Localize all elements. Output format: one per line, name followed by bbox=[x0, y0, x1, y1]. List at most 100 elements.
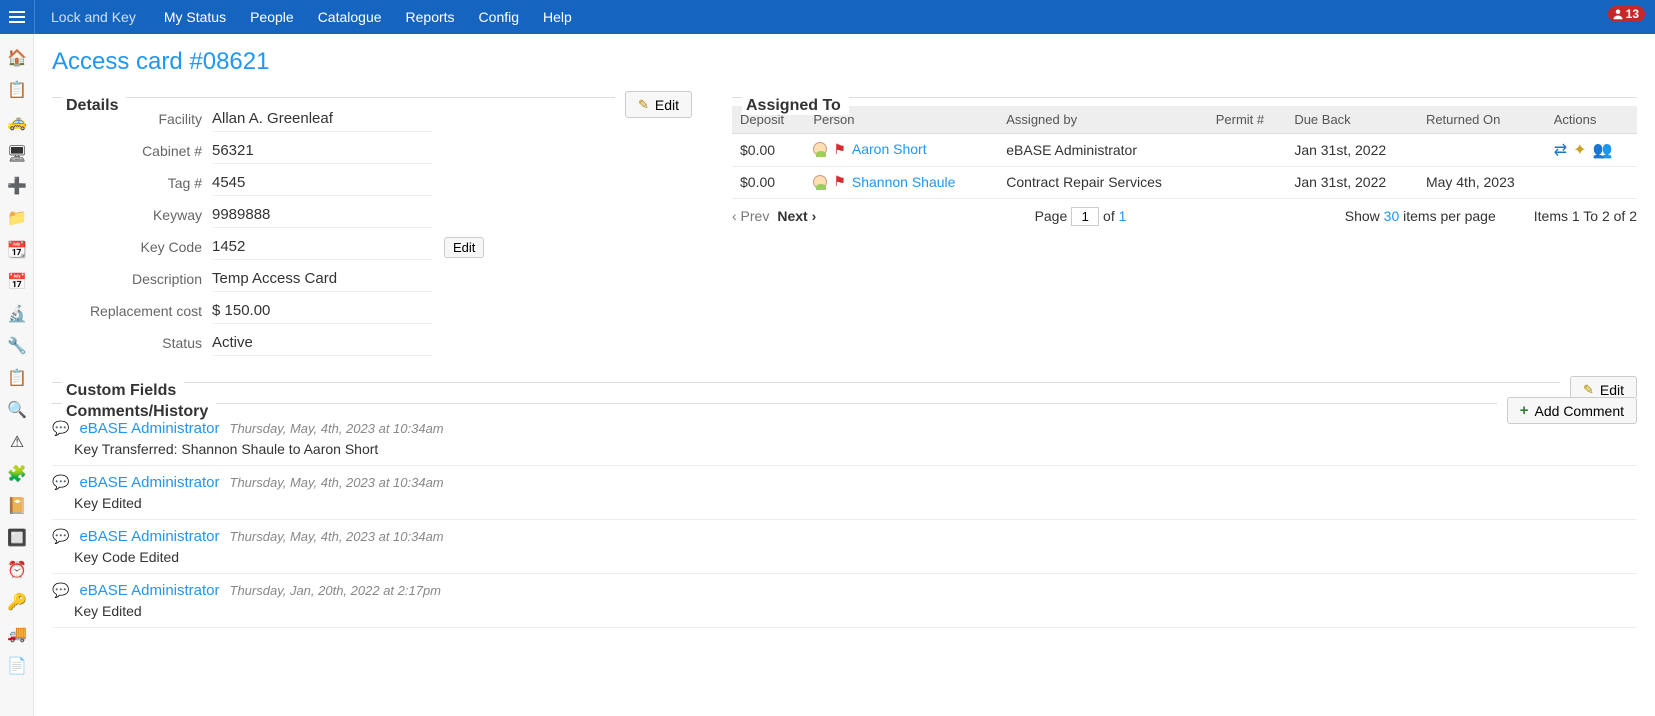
pager-range: Items 1 To 2 of 2 bbox=[1534, 208, 1637, 224]
col-assignedby[interactable]: Assigned by bbox=[998, 106, 1207, 134]
cell-dueback: Jan 31st, 2022 bbox=[1286, 134, 1418, 167]
sidebar-item-clock[interactable]: ⏰ bbox=[0, 554, 34, 586]
cell-permit bbox=[1208, 134, 1287, 167]
cell-assignedby: Contract Repair Services bbox=[998, 167, 1207, 199]
sidebar-item-puzzle[interactable]: 🧩 bbox=[0, 458, 34, 490]
pager-page-input[interactable] bbox=[1071, 207, 1099, 226]
value-description: Temp Access Card bbox=[212, 266, 432, 292]
col-dueback[interactable]: Due Back bbox=[1286, 106, 1418, 134]
pencil-icon bbox=[638, 96, 649, 113]
sidebar-item-warn[interactable]: ⚠ bbox=[0, 426, 34, 458]
brand-label: Lock and Key bbox=[35, 9, 152, 25]
value-facility: Allan A. Greenleaf bbox=[212, 106, 432, 132]
sidebar-item-truck[interactable]: 🚚 bbox=[0, 618, 34, 650]
label-replacement: Replacement cost bbox=[52, 303, 212, 319]
pager-total: 1 bbox=[1119, 208, 1127, 224]
sidebar-item-search[interactable]: 🔍 bbox=[0, 394, 34, 426]
pager-page-label: Page bbox=[1035, 208, 1068, 224]
sidebar-item-list[interactable]: 📋 bbox=[0, 362, 34, 394]
pager-prev[interactable]: ‹ Prev bbox=[732, 208, 769, 224]
person-link[interactable]: Shannon Shaule bbox=[852, 174, 956, 190]
comment-item: 💬 eBASE Administrator Thursday, May, 4th, … bbox=[52, 466, 1637, 520]
cell-assignedby: eBASE Administrator bbox=[998, 134, 1207, 167]
sidebar-item-screen[interactable]: 🖥 bbox=[0, 138, 34, 170]
col-permit[interactable]: Permit # bbox=[1208, 106, 1287, 134]
person-icon bbox=[813, 142, 827, 156]
comment-timestamp: Thursday, Jan, 20th, 2022 at 2:17pm bbox=[230, 583, 442, 598]
nav-my-status[interactable]: My Status bbox=[152, 0, 238, 34]
nav-people[interactable]: People bbox=[238, 0, 306, 34]
sidebar-item-doc[interactable]: 📄 bbox=[0, 650, 34, 682]
label-cabinet: Cabinet # bbox=[52, 143, 212, 159]
value-keyway: 9989888 bbox=[212, 202, 432, 228]
sidebar-item-cal2[interactable]: 📅 bbox=[0, 266, 34, 298]
sidebar-item-wrench[interactable]: 🔧 bbox=[0, 330, 34, 362]
comment-timestamp: Thursday, May, 4th, 2023 at 10:34am bbox=[230, 475, 444, 490]
sidebar-item-key[interactable]: 🔑 bbox=[0, 586, 34, 618]
label-keycode: Key Code bbox=[52, 239, 212, 255]
page-title: Access card #08621 bbox=[52, 48, 1637, 76]
return-icon[interactable]: ✦ bbox=[1573, 140, 1586, 160]
cell-permit bbox=[1208, 167, 1287, 199]
hamburger-menu-icon[interactable] bbox=[0, 0, 34, 34]
comment-author[interactable]: eBASE Administrator bbox=[79, 474, 219, 491]
sidebar-item-cal1[interactable]: 📆 bbox=[0, 234, 34, 266]
comment-body: Key Transferred: Shannon Shaule to Aaron… bbox=[74, 441, 1637, 457]
pager-perpage[interactable]: 30 bbox=[1384, 208, 1400, 224]
table-row: $0.00 ⚑ Aaron Short eBASE Administrator J… bbox=[732, 134, 1637, 167]
comment-author[interactable]: eBASE Administrator bbox=[79, 528, 219, 545]
nav-config[interactable]: Config bbox=[467, 0, 531, 34]
comment-author[interactable]: eBASE Administrator bbox=[79, 582, 219, 599]
nav-reports[interactable]: Reports bbox=[394, 0, 467, 34]
details-edit-button[interactable]: Edit bbox=[625, 91, 692, 118]
sidebar-item-add[interactable]: ➕ bbox=[0, 170, 34, 202]
sidebar-item-book[interactable]: 📔 bbox=[0, 490, 34, 522]
comment-timestamp: Thursday, May, 4th, 2023 at 10:34am bbox=[230, 421, 444, 436]
cell-deposit: $0.00 bbox=[732, 134, 805, 167]
flag-icon: ⚑ bbox=[833, 173, 846, 190]
col-returned[interactable]: Returned On bbox=[1418, 106, 1546, 134]
comment-icon: 💬 bbox=[52, 474, 69, 491]
person-icon bbox=[813, 175, 827, 189]
transfer-icon[interactable]: ⇄ bbox=[1554, 140, 1567, 160]
sidebar-item-scope[interactable]: 🔬 bbox=[0, 298, 34, 330]
sidebar-item-folder[interactable]: 📁 bbox=[0, 202, 34, 234]
comment-timestamp: Thursday, May, 4th, 2023 at 10:34am bbox=[230, 529, 444, 544]
reassign-icon[interactable]: 👥 bbox=[1593, 140, 1613, 160]
top-nav: My Status People Catalogue Reports Confi… bbox=[152, 0, 584, 34]
keycode-edit-button[interactable]: Edit bbox=[444, 237, 484, 258]
flag-icon: ⚑ bbox=[833, 141, 846, 158]
cell-returned bbox=[1418, 134, 1546, 167]
comment-icon: 💬 bbox=[52, 582, 69, 599]
sidebar-item-home[interactable]: 🏠 bbox=[0, 42, 34, 74]
comment-item: 💬 eBASE Administrator Thursday, May, 4th, … bbox=[52, 520, 1637, 574]
nav-help[interactable]: Help bbox=[531, 0, 584, 34]
pencil-icon bbox=[1583, 381, 1594, 398]
pager-show-suffix: items per page bbox=[1403, 208, 1496, 224]
value-keycode: 1452 bbox=[212, 234, 432, 260]
comment-item: 💬 eBASE Administrator Thursday, Jan, 20th,… bbox=[52, 574, 1637, 628]
value-cabinet: 56321 bbox=[212, 138, 432, 164]
comment-author[interactable]: eBASE Administrator bbox=[79, 420, 219, 437]
assigned-section-title: Assigned To bbox=[742, 97, 849, 115]
col-actions[interactable]: Actions bbox=[1546, 106, 1637, 134]
person-link[interactable]: Aaron Short bbox=[852, 141, 927, 157]
pager-of: of bbox=[1103, 208, 1115, 224]
add-comment-button[interactable]: Add Comment bbox=[1507, 397, 1637, 424]
person-icon bbox=[1612, 8, 1624, 20]
assigned-table: Deposit Person Assigned by Permit # Due … bbox=[732, 106, 1637, 199]
label-status: Status bbox=[52, 335, 212, 351]
pager-next[interactable]: Next › bbox=[777, 208, 816, 224]
sidebar: 🏠 📋 🚕 🖥 ➕ 📁 📆 📅 🔬 🔧 📋 🔍 ⚠ 🧩 📔 🔲 ⏰ 🔑 🚚 📄 bbox=[0, 34, 34, 716]
comment-body: Key Edited bbox=[74, 603, 1637, 619]
value-tag: 4545 bbox=[212, 170, 432, 196]
table-row: $0.00 ⚑Shannon Shaule Contract Repair Se… bbox=[732, 167, 1637, 199]
sidebar-item-clipboard[interactable]: 📋 bbox=[0, 74, 34, 106]
sidebar-item-vehicle[interactable]: 🚕 bbox=[0, 106, 34, 138]
nav-catalogue[interactable]: Catalogue bbox=[306, 0, 394, 34]
sidebar-item-box[interactable]: 🔲 bbox=[0, 522, 34, 554]
details-section-title: Details bbox=[62, 97, 126, 115]
comment-icon: 💬 bbox=[52, 528, 69, 545]
notification-badge[interactable]: 13 bbox=[1608, 6, 1645, 22]
custom-fields-title: Custom Fields bbox=[62, 382, 184, 400]
